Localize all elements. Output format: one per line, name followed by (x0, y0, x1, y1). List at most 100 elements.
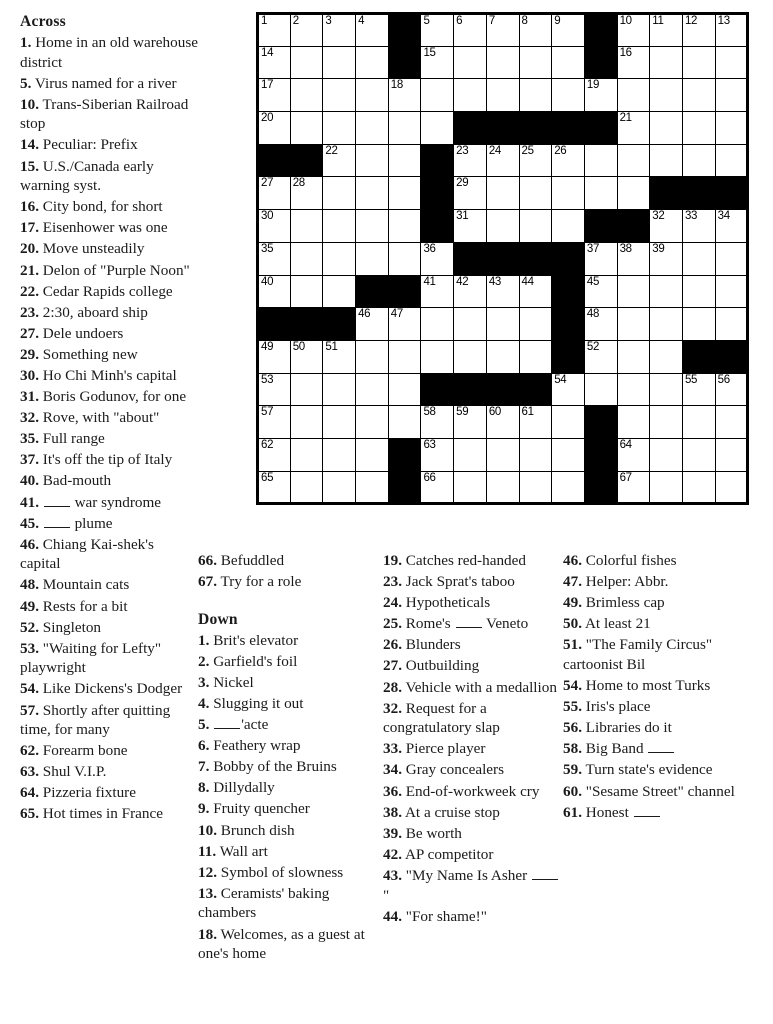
grid-cell[interactable] (485, 176, 520, 211)
grid-cell[interactable]: 59 (453, 405, 487, 439)
grid-cell[interactable] (649, 470, 683, 505)
grid-cell[interactable]: 10 (616, 13, 651, 47)
grid-cell[interactable] (485, 470, 520, 505)
down-clue-item[interactable]: 8. Dillydally (198, 778, 378, 798)
down-clue-item[interactable]: 34. Gray concealers (383, 760, 561, 780)
across-clue-item[interactable]: 1. Home in an old warehouse district (20, 33, 198, 72)
grid-cell[interactable]: 41 (420, 274, 455, 309)
down-clue-item[interactable]: 58. Big Band (563, 739, 763, 759)
grid-cell[interactable] (355, 372, 389, 407)
grid-cell[interactable] (485, 339, 520, 374)
grid-cell[interactable] (322, 78, 357, 113)
across-clue-item[interactable]: 17. Eisenhower was one (20, 218, 198, 238)
grid-cell[interactable] (387, 111, 422, 145)
grid-cell[interactable] (453, 307, 487, 341)
down-clue-item[interactable]: 10. Brunch dish (198, 821, 378, 841)
down-clue-item[interactable]: 1. Brit's elevator (198, 631, 378, 651)
grid-cell[interactable] (355, 209, 389, 243)
grid-cell[interactable]: 16 (616, 45, 651, 80)
grid-cell[interactable] (485, 78, 520, 113)
grid-cell[interactable] (518, 307, 553, 341)
grid-cell[interactable]: 58 (420, 405, 455, 439)
grid-cell[interactable] (714, 111, 749, 145)
grid-cell[interactable] (714, 274, 749, 309)
down-clue-item[interactable]: 6. Feathery wrap (198, 736, 378, 756)
down-clue-item[interactable]: 38. At a cruise stop (383, 803, 561, 823)
grid-cell[interactable] (551, 209, 585, 243)
across-clue-item[interactable]: 67. Try for a role (198, 572, 378, 592)
grid-cell[interactable]: 55 (681, 372, 716, 407)
down-clue-item[interactable]: 19. Catches red-handed (383, 551, 561, 571)
grid-cell[interactable]: 56 (714, 372, 749, 407)
down-clue-item[interactable]: 47. Helper: Abbr. (563, 572, 763, 592)
grid-cell[interactable] (616, 143, 651, 178)
down-clue-item[interactable]: 2. Garfield's foil (198, 652, 378, 672)
grid-cell[interactable] (289, 45, 324, 80)
grid-cell[interactable] (681, 241, 716, 276)
grid-cell[interactable] (681, 307, 716, 341)
grid-cell[interactable] (518, 437, 553, 472)
across-clue-item[interactable]: 65. Hot times in France (20, 804, 198, 824)
grid-cell[interactable] (289, 78, 324, 113)
grid-cell[interactable]: 12 (681, 13, 716, 47)
down-clue-item[interactable]: 13. Ceramists' baking chambers (198, 884, 378, 923)
grid-cell[interactable]: 45 (583, 274, 618, 309)
grid-cell[interactable] (649, 78, 683, 113)
across-clue-item[interactable]: 15. U.S./Canada early warning syst. (20, 157, 198, 196)
grid-cell[interactable] (289, 470, 324, 505)
across-clue-item[interactable]: 22. Cedar Rapids college (20, 282, 198, 302)
down-clue-item[interactable]: 25. Rome's Veneto (383, 614, 561, 634)
grid-cell[interactable] (681, 470, 716, 505)
grid-cell[interactable] (387, 405, 422, 439)
grid-cell[interactable] (387, 209, 422, 243)
grid-cell[interactable]: 57 (257, 405, 291, 439)
down-clue-item[interactable]: 11. Wall art (198, 842, 378, 862)
grid-cell[interactable] (649, 372, 683, 407)
grid-cell[interactable] (649, 405, 683, 439)
down-clue-item[interactable]: 60. "Sesame Street" channel (563, 782, 763, 802)
grid-cell[interactable]: 47 (387, 307, 422, 341)
down-clue-item[interactable]: 27. Outbuilding (383, 656, 561, 676)
grid-cell[interactable]: 8 (518, 13, 553, 47)
grid-cell[interactable] (355, 45, 389, 80)
grid-cell[interactable] (714, 45, 749, 80)
grid-cell[interactable] (322, 209, 357, 243)
grid-cell[interactable] (518, 339, 553, 374)
grid-cell[interactable]: 35 (257, 241, 291, 276)
grid-cell[interactable] (518, 78, 553, 113)
across-clue-item[interactable]: 29. Something new (20, 345, 198, 365)
down-clue-item[interactable]: 51. "The Family Circus" cartoonist Bil (563, 635, 763, 674)
grid-cell[interactable]: 2 (289, 13, 324, 47)
down-clue-item[interactable]: 44. "For shame!" (383, 907, 561, 927)
grid-cell[interactable]: 21 (616, 111, 651, 145)
grid-cell[interactable]: 46 (355, 307, 389, 341)
grid-cell[interactable]: 39 (649, 241, 683, 276)
grid-cell[interactable] (485, 45, 520, 80)
across-clue-item[interactable]: 62. Forearm bone (20, 741, 198, 761)
grid-cell[interactable]: 54 (551, 372, 585, 407)
down-clue-item[interactable]: 39. Be worth (383, 824, 561, 844)
grid-cell[interactable] (289, 405, 324, 439)
grid-cell[interactable] (583, 372, 618, 407)
down-clue-item[interactable]: 33. Pierce player (383, 739, 561, 759)
grid-cell[interactable]: 25 (518, 143, 553, 178)
grid-cell[interactable] (681, 78, 716, 113)
grid-cell[interactable]: 17 (257, 78, 291, 113)
grid-cell[interactable]: 30 (257, 209, 291, 243)
grid-cell[interactable] (649, 274, 683, 309)
across-clue-item[interactable]: 48. Mountain cats (20, 575, 198, 595)
grid-cell[interactable]: 9 (551, 13, 585, 47)
crossword-grid[interactable]: 1 2 3 4 5 6 7 8 9 10 11 12 13 14 15 16 17 18 19 20 21 22 23 24 2… (256, 12, 750, 506)
grid-cell[interactable] (420, 307, 455, 341)
grid-cell[interactable] (289, 274, 324, 309)
grid-cell[interactable] (420, 339, 455, 374)
grid-cell[interactable]: 49 (257, 339, 291, 374)
grid-cell[interactable] (355, 339, 389, 374)
grid-cell[interactable] (420, 78, 455, 113)
across-clue-item[interactable]: 23. 2:30, aboard ship (20, 303, 198, 323)
grid-cell[interactable]: 50 (289, 339, 324, 374)
grid-cell[interactable]: 44 (518, 274, 553, 309)
across-clue-item[interactable]: 35. Full range (20, 429, 198, 449)
grid-cell[interactable] (355, 241, 389, 276)
grid-cell[interactable] (355, 176, 389, 211)
